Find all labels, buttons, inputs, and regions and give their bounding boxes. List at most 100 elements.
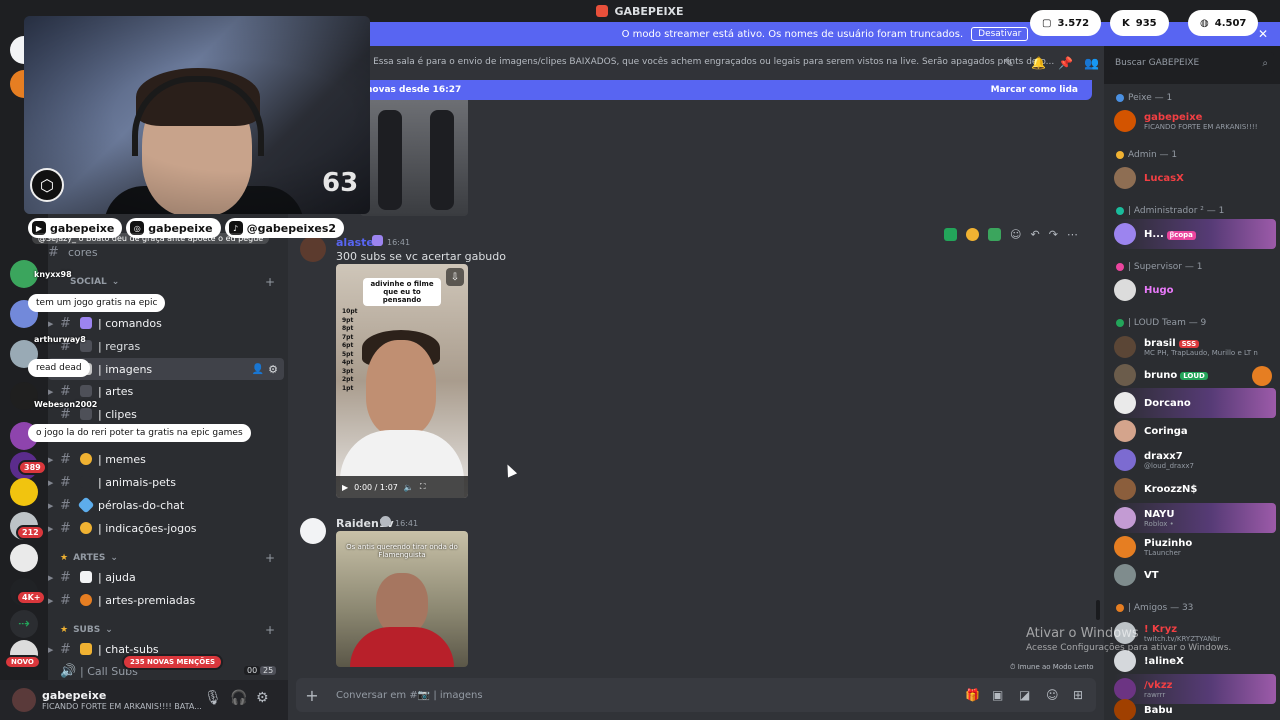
member-item[interactable]: H... ꞵcopa	[1114, 219, 1276, 249]
emoji-reaction-icon[interactable]	[966, 227, 979, 241]
channel-indicacoes-jogos[interactable]: # | indicações-jogos	[60, 517, 197, 539]
fullscreen-icon[interactable]: ⛶	[420, 482, 426, 492]
category-social[interactable]: SOCIAL ⌄	[70, 277, 119, 287]
channel-memes[interactable]: # | memes	[60, 448, 146, 470]
channel-artes[interactable]: # | artes	[60, 380, 133, 402]
emoji-icon	[80, 453, 92, 465]
avatar[interactable]	[300, 518, 326, 544]
reply-icon[interactable]: ↶	[1030, 228, 1039, 241]
headphones-icon[interactable]: 🎧	[230, 690, 247, 706]
member-item[interactable]: VT	[1114, 560, 1276, 590]
member-item[interactable]: Hugo	[1114, 275, 1276, 305]
add-channel-icon[interactable]: +	[265, 275, 275, 289]
add-channel-icon[interactable]: +	[265, 623, 275, 637]
member-group-header: Peixe — 1	[1116, 93, 1172, 103]
server-icon[interactable]	[10, 478, 38, 506]
new-messages-bar[interactable]: novas desde 16:27 Marcar como lida	[358, 80, 1092, 100]
member-item[interactable]: Piuzinho TLauncher	[1114, 532, 1276, 562]
discover-icon[interactable]: ⇢	[10, 610, 38, 638]
member-group-header: | Amigos — 33	[1116, 603, 1193, 613]
member-item[interactable]: KroozzN$	[1114, 474, 1276, 504]
microphone-icon[interactable]: 🎙	[204, 690, 222, 706]
channel-comandos[interactable]: # | comandos	[60, 312, 162, 334]
channel-artes-premiadas[interactable]: # | artes-premiadas	[60, 589, 195, 611]
video-attachment[interactable]	[360, 100, 468, 216]
forward-icon[interactable]: ↷	[1049, 228, 1058, 241]
close-icon[interactable]: ✕	[1258, 27, 1268, 41]
more-icon[interactable]: ⋯	[1067, 228, 1078, 241]
member-group-header: | LOUD Team — 9	[1116, 318, 1206, 328]
scrollbar[interactable]	[1096, 600, 1100, 620]
member-group-label: | Supervisor — 1	[1128, 262, 1203, 272]
channel-perolas-do-chat[interactable]: # pérolas-do-chat	[60, 494, 184, 516]
channel-label: | comandos	[98, 316, 162, 330]
member-item[interactable]: LucasX	[1114, 163, 1276, 193]
sticker-icon[interactable]: ◪	[1019, 688, 1030, 702]
avatar	[1114, 650, 1136, 672]
member-item[interactable]: NAYU Roblox •	[1114, 503, 1276, 533]
member-item[interactable]: Dorcano	[1114, 388, 1276, 418]
mentions-badge[interactable]: 235 NOVAS MENÇÕES	[122, 654, 224, 670]
member-tag: ꞵcopa	[1166, 230, 1196, 240]
check-reaction-icon[interactable]	[944, 227, 957, 241]
category-label: SUBS	[73, 625, 101, 635]
add-member-icon[interactable]: 👤	[252, 364, 264, 375]
message-input[interactable]: Conversar em #📷 | imagens	[336, 690, 483, 701]
video-attachment[interactable]: Os antis querendo tirar onda do Flamengu…	[336, 531, 468, 667]
add-channel-icon[interactable]: +	[265, 551, 275, 565]
category-artes[interactable]: ★ ARTES ⌄	[60, 553, 118, 563]
gift-icon[interactable]: 🎁	[965, 688, 980, 702]
emoji-icon[interactable]: ☺	[1046, 688, 1059, 702]
add-reaction-icon[interactable]: ☺	[1010, 228, 1021, 241]
threads-icon[interactable]: ✎	[1004, 56, 1014, 70]
category-subs[interactable]: ★ SUBS ⌄	[60, 625, 113, 635]
member-name: VT	[1144, 569, 1159, 581]
disable-streamer-button[interactable]: Desativar	[971, 27, 1029, 41]
avatar	[1114, 699, 1136, 720]
member-group-label: | Administrador ² — 1	[1128, 206, 1225, 216]
search-icon: ⌕	[1262, 57, 1268, 69]
video-frame	[430, 110, 454, 210]
channel-label: | ajuda	[98, 570, 136, 584]
star-icon: ★	[60, 553, 69, 563]
apps-icon[interactable]: ⊞	[1073, 688, 1083, 702]
star-icon: ★	[60, 625, 69, 635]
member-item[interactable]: Coringa	[1114, 416, 1276, 446]
total-viewer-counter: ◍ 4.507	[1188, 10, 1259, 36]
play-icon[interactable]: ▶	[342, 483, 348, 492]
pin-icon[interactable]: 📌	[1058, 56, 1073, 70]
member-item[interactable]: draxx7 @loud_draxx7	[1114, 445, 1276, 475]
message-text: 300 subs se vc acertar gabudo	[336, 250, 506, 263]
download-icon[interactable]: ⇩	[446, 268, 464, 286]
gear-icon[interactable]: ⚙	[256, 690, 269, 706]
channel-cores[interactable]: # cores	[48, 241, 98, 263]
member-status: MC PH, TrapLaudo, Murillo e LT n	[1144, 348, 1258, 357]
chevron-down-icon: ⌄	[105, 625, 113, 635]
add-attachment-icon[interactable]: +	[296, 686, 328, 705]
member-item[interactable]: Babu	[1114, 699, 1276, 720]
video-attachment[interactable]: adivinhe o filme que eu to pensando 10pt…	[336, 264, 468, 498]
channel-ajuda[interactable]: # | ajuda	[60, 566, 136, 588]
channel-animais-pets[interactable]: # | animais-pets	[60, 471, 176, 493]
member-item[interactable]: gabepeixe FICANDO FORTE EM ARKANIS!!!!	[1114, 106, 1276, 136]
hash-icon: #	[60, 592, 71, 608]
channel-topic[interactable]: Essa sala é para o envio de imagens/clip…	[373, 57, 1054, 67]
gif-icon[interactable]: ▣	[992, 688, 1003, 702]
server-icon[interactable]	[10, 544, 38, 572]
channel-label: cores	[68, 245, 98, 259]
avatar[interactable]	[12, 688, 36, 712]
hash-icon: #	[60, 641, 71, 657]
server-logo-icon	[596, 5, 609, 17]
avatar[interactable]	[300, 236, 326, 262]
channel-label: | artes	[98, 384, 134, 398]
emoji-reaction-icon[interactable]	[988, 227, 1001, 241]
mark-as-read-button[interactable]: Marcar como lida	[991, 85, 1078, 95]
bell-icon[interactable]: 🔔	[1031, 56, 1046, 70]
gear-icon[interactable]: ⚙	[268, 363, 278, 376]
search-input[interactable]: Buscar GABEPEIXE ⌕	[1108, 52, 1274, 74]
avatar	[1114, 507, 1136, 529]
volume-icon[interactable]: 🔈	[404, 483, 414, 492]
points-item: 10pt	[342, 308, 358, 315]
member-list-icon[interactable]: 👥	[1084, 56, 1099, 70]
member-item[interactable]: brasil SSS MC PH, TrapLaudo, Murillo e LT …	[1114, 332, 1276, 362]
